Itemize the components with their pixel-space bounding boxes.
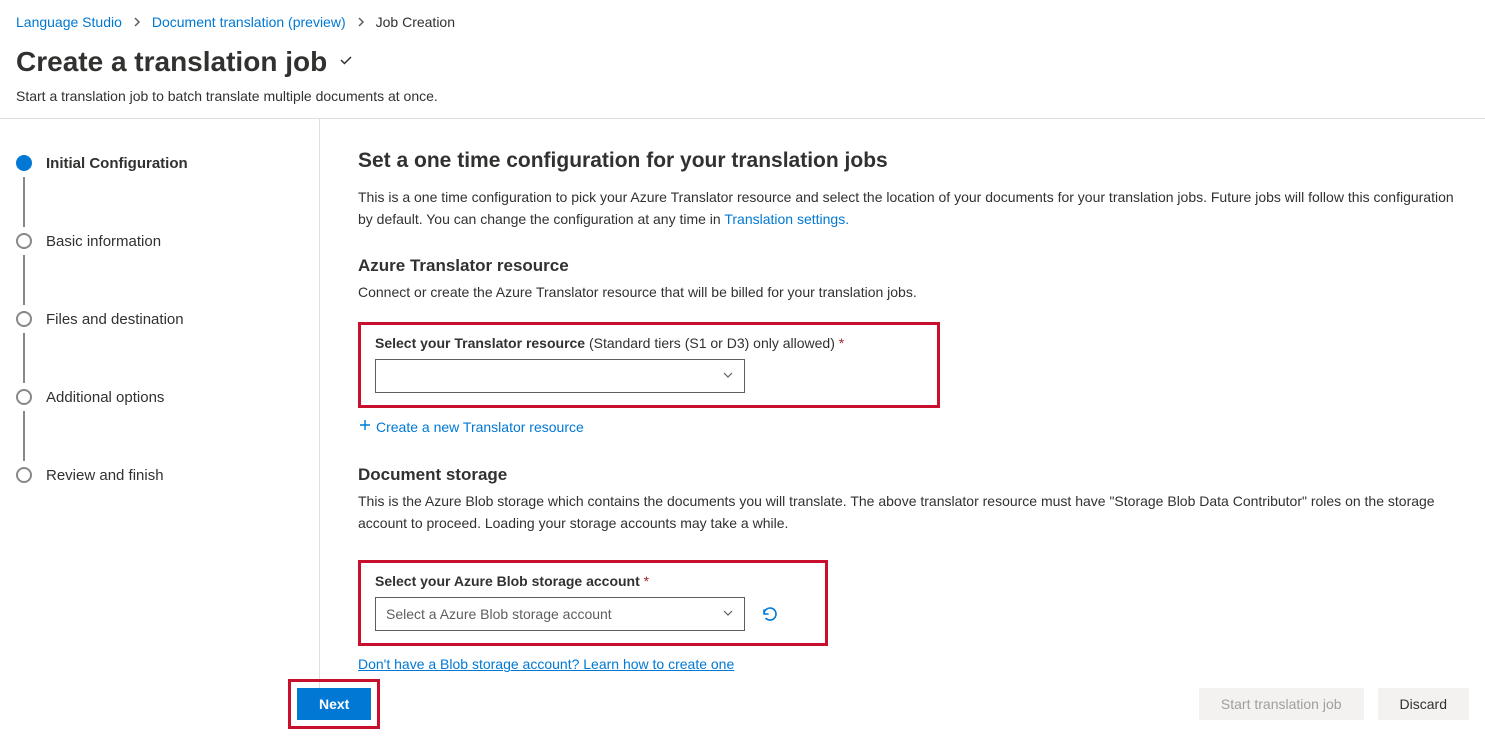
step-circle-icon (16, 311, 32, 327)
chevron-down-icon (722, 606, 734, 622)
section-heading: Set a one time configuration for your tr… (358, 149, 1469, 173)
chevron-right-icon (356, 14, 366, 30)
step-circle-icon (16, 155, 32, 171)
step-label: Additional options (46, 389, 164, 406)
step-basic-information[interactable]: Basic information (16, 227, 303, 255)
step-files-and-destination[interactable]: Files and destination (16, 305, 303, 333)
document-storage-heading: Document storage (358, 465, 1469, 485)
step-circle-icon (16, 233, 32, 249)
start-translation-job-button: Start translation job (1199, 688, 1364, 720)
storage-account-dropdown[interactable]: Select a Azure Blob storage account (375, 597, 745, 631)
next-button[interactable]: Next (297, 688, 371, 720)
wizard-stepper: Initial Configuration Basic information … (0, 119, 320, 718)
step-circle-icon (16, 389, 32, 405)
step-label: Initial Configuration (46, 155, 188, 172)
translator-resource-field-label: Select your Translator resource (Standar… (375, 335, 923, 351)
translator-resource-heading: Azure Translator resource (358, 256, 1469, 276)
chevron-down-icon (722, 368, 734, 384)
dropdown-placeholder: Select a Azure Blob storage account (386, 606, 612, 622)
highlight-storage-box: Select your Azure Blob storage account *… (358, 560, 828, 646)
page-subtitle: Start a translation job to batch transla… (0, 84, 1485, 118)
page-title: Create a translation job (16, 46, 327, 78)
wizard-footer: Next Start translation job Discard (0, 679, 1485, 729)
translator-resource-dropdown[interactable] (375, 359, 745, 393)
breadcrumb-current: Job Creation (376, 14, 455, 30)
breadcrumb: Language Studio Document translation (pr… (0, 0, 1485, 36)
translator-resource-description: Connect or create the Azure Translator r… (358, 282, 1438, 304)
step-review-and-finish[interactable]: Review and finish (16, 461, 303, 489)
translation-settings-link[interactable]: Translation settings. (724, 211, 849, 227)
step-label: Review and finish (46, 467, 164, 484)
main-panel: Set a one time configuration for your tr… (320, 119, 1485, 718)
step-circle-icon (16, 467, 32, 483)
step-label: Basic information (46, 233, 161, 250)
step-label: Files and destination (46, 311, 184, 328)
highlight-translator-box: Select your Translator resource (Standar… (358, 322, 940, 408)
discard-button[interactable]: Discard (1378, 688, 1469, 720)
section-description: This is a one time configuration to pick… (358, 187, 1458, 230)
breadcrumb-link-document-translation[interactable]: Document translation (preview) (152, 14, 346, 30)
plus-icon (358, 418, 372, 435)
highlight-next-box: Next (288, 679, 380, 729)
step-additional-options[interactable]: Additional options (16, 383, 303, 411)
step-initial-configuration[interactable]: Initial Configuration (16, 149, 303, 177)
create-translator-resource-link[interactable]: Create a new Translator resource (358, 418, 584, 435)
refresh-button[interactable] (759, 603, 781, 625)
checkmark-icon (337, 51, 355, 74)
storage-help-link[interactable]: Don't have a Blob storage account? Learn… (358, 656, 734, 672)
chevron-right-icon (132, 14, 142, 30)
breadcrumb-link-language-studio[interactable]: Language Studio (16, 14, 122, 30)
document-storage-description: This is the Azure Blob storage which con… (358, 491, 1438, 534)
storage-account-field-label: Select your Azure Blob storage account * (375, 573, 811, 589)
